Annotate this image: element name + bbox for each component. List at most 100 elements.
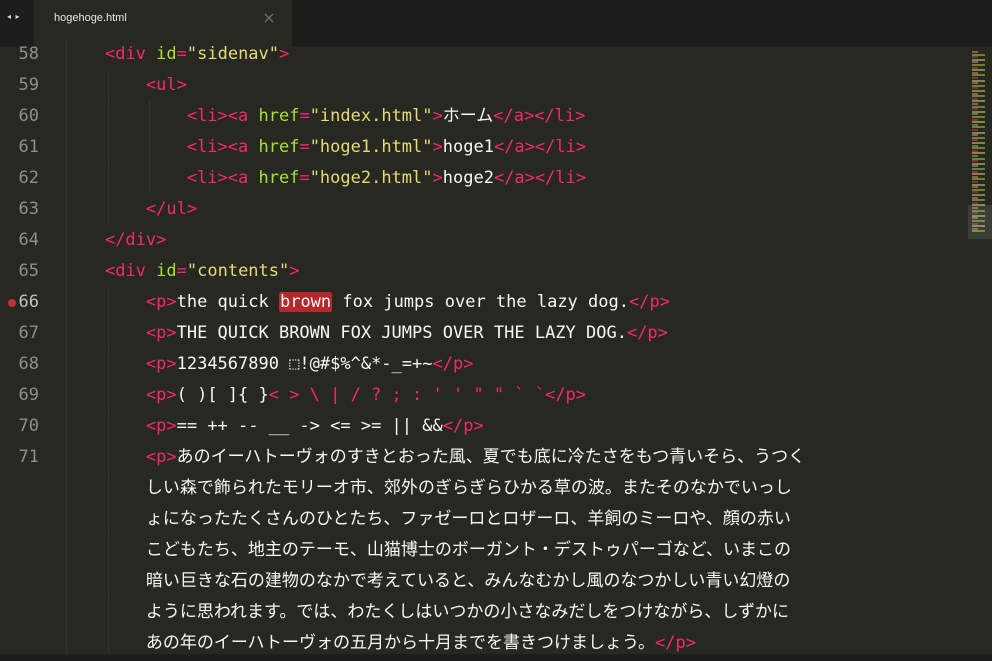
code-token: = (299, 137, 310, 157)
code-token: hoge1 (442, 137, 494, 157)
code-token: > (432, 137, 443, 157)
code-token: "contents" (186, 261, 290, 281)
code-line[interactable]: 67 <p>THE QUICK BROWN FOX JUMPS OVER THE… (0, 318, 968, 349)
code-line[interactable]: 65 <div id="contents"> (0, 256, 968, 287)
code-token: id (145, 261, 177, 281)
code-token: </p> (545, 385, 587, 405)
code-editor[interactable]: 58 <div id="sidenav"> 59 <ul> 60 <li><a hr… (0, 39, 968, 661)
code-token: こどもたち、地主のテーモ、山猫博士のボーガント・デストゥパーゴなど、いまこの (145, 540, 792, 560)
code-token: div (115, 44, 146, 64)
code-token: THE QUICK BROWN FOX JUMPS OVER THE LAZY … (176, 323, 627, 343)
code-line[interactable]: 68 <p>1234567890 ⬚!@#$%^&*-_=+~</p> (0, 349, 968, 380)
close-icon[interactable]: × (262, 10, 276, 26)
tab-title: hogehoge.html (54, 12, 127, 24)
code-token: </p> (442, 416, 484, 436)
code-token: <li><a (186, 168, 249, 188)
code-text: <li><a href="index.html">ホーム</a></li> (64, 101, 586, 132)
code-line[interactable]: 69 <p>( )[ ]{ }< > \ | / ? ; : ' ' " " `… (0, 380, 968, 411)
line-number: 61 (18, 137, 39, 157)
tab-nav-arrows-icon[interactable]: ◂ ▸ (7, 12, 31, 26)
code-token: > (289, 261, 300, 281)
code-token: the quick (176, 292, 279, 312)
code-token: ホーム (442, 106, 494, 126)
code-line[interactable]: ょになったたくさんのひとたち、ファゼーロとロザーロ、羊飼のミーロや、顔の赤い (0, 504, 968, 535)
code-text: こどもたち、地主のテーモ、山猫博士のボーガント・デストゥパーゴなど、いまこの (64, 535, 791, 566)
code-token: < (104, 261, 116, 281)
code-line[interactable]: しい森で飾られたモリーオ市、郊外のぎらぎらひかる草の波。またそのなかでいっし (0, 473, 968, 504)
code-token: 暗い巨きな石の建物のなかで考えていると、みんなむかし風のなつかしい青い幻燈の (145, 571, 791, 591)
code-line[interactable]: 71 <p>あのイーハトーヴォのすきとおった風、夏でも底に冷たさをもつ青いそら、… (0, 442, 968, 473)
line-number: 62 (18, 168, 39, 188)
code-token: hoge2 (442, 168, 494, 188)
code-text: <p>== ++ -- __ -> <= >= || &&</p> (64, 411, 484, 442)
code-line[interactable]: 58 <div id="sidenav"> (0, 39, 968, 70)
code-token: > (432, 168, 443, 188)
breakpoint-icon[interactable] (8, 299, 16, 307)
code-token: <ul> (145, 75, 187, 95)
code-token: </p> (432, 354, 474, 374)
code-token: = (299, 168, 310, 188)
code-token: ょになったたくさんのひとたち、ファゼーロとロザーロ、羊飼のミーロや、顔の赤い (145, 509, 791, 529)
code-token: 1234567890 ⬚!@#$%^&*-_=+~ (176, 354, 433, 374)
code-text: </ul> (64, 194, 197, 225)
code-token: <p> (145, 416, 177, 436)
code-token: <li><a (186, 106, 249, 126)
minimap-viewport[interactable] (968, 205, 992, 239)
code-token: </p> (655, 633, 696, 653)
line-number: 65 (18, 261, 39, 281)
code-token: > (279, 44, 290, 64)
line-number: 67 (18, 323, 39, 343)
status-bar (0, 654, 992, 661)
code-line[interactable]: 59 <ul> (0, 70, 968, 101)
line-number: 59 (18, 75, 39, 95)
code-line[interactable]: 暗い巨きな石の建物のなかで考えていると、みんなむかし風のなつかしい青い幻燈の (0, 566, 968, 597)
code-token: しい森で飾られたモリーオ市、郊外のぎらぎらひかる草の波。またそのなかでいっし (145, 478, 792, 498)
line-number: 71 (18, 447, 39, 467)
code-text: <p>あのイーハトーヴォのすきとおった風、夏でも底に冷たさをもつ青いそら、うつく (64, 442, 805, 473)
code-line[interactable]: 63 </ul> (0, 194, 968, 225)
code-token: <p> (145, 323, 177, 343)
code-token: </a></li> (493, 137, 587, 157)
code-token: </p> (628, 292, 670, 312)
line-number: 66 (18, 292, 39, 312)
code-token: > (432, 106, 443, 126)
code-token: </ul> (145, 199, 198, 219)
code-line[interactable]: 66 <p>the quick brown fox jumps over the… (0, 287, 968, 318)
code-token: href (248, 106, 300, 126)
code-line[interactable]: 62 <li><a href="hoge2.html">hoge2</a></l… (0, 163, 968, 194)
line-number: 63 (18, 199, 39, 219)
code-line[interactable]: こどもたち、地主のテーモ、山猫博士のボーガント・デストゥパーゴなど、いまこの (0, 535, 968, 566)
code-line[interactable]: 60 <li><a href="index.html">ホーム</a></li> (0, 101, 968, 132)
line-number: 58 (18, 44, 39, 64)
code-token: "hoge1.html" (309, 137, 433, 157)
code-text: <div id="contents"> (64, 256, 300, 287)
code-line[interactable]: 61 <li><a href="hoge1.html">hoge1</a></l… (0, 132, 968, 163)
code-line[interactable]: ように思われます。では、わたくしはいつかの小さなみだしをつけながら、しずかに (0, 597, 968, 628)
code-line[interactable]: 64 </div> (0, 225, 968, 256)
line-number: 69 (18, 385, 39, 405)
code-token: "hoge2.html" (309, 168, 433, 188)
code-text: <p>the quick brown fox jumps over the la… (64, 287, 670, 318)
line-number: 60 (18, 106, 39, 126)
code-token: </a></li> (493, 106, 586, 126)
code-text: <p>THE QUICK BROWN FOX JUMPS OVER THE LA… (64, 318, 668, 349)
code-token: < (104, 44, 116, 64)
code-token: = (176, 261, 187, 281)
code-token: fox jumps over the lazy dog. (332, 292, 629, 312)
code-text: <ul> (64, 70, 187, 101)
code-line[interactable]: 70 <p>== ++ -- __ -> <= >= || &&</p> (0, 411, 968, 442)
code-token: <p> (145, 354, 177, 374)
minimap[interactable] (968, 47, 992, 661)
